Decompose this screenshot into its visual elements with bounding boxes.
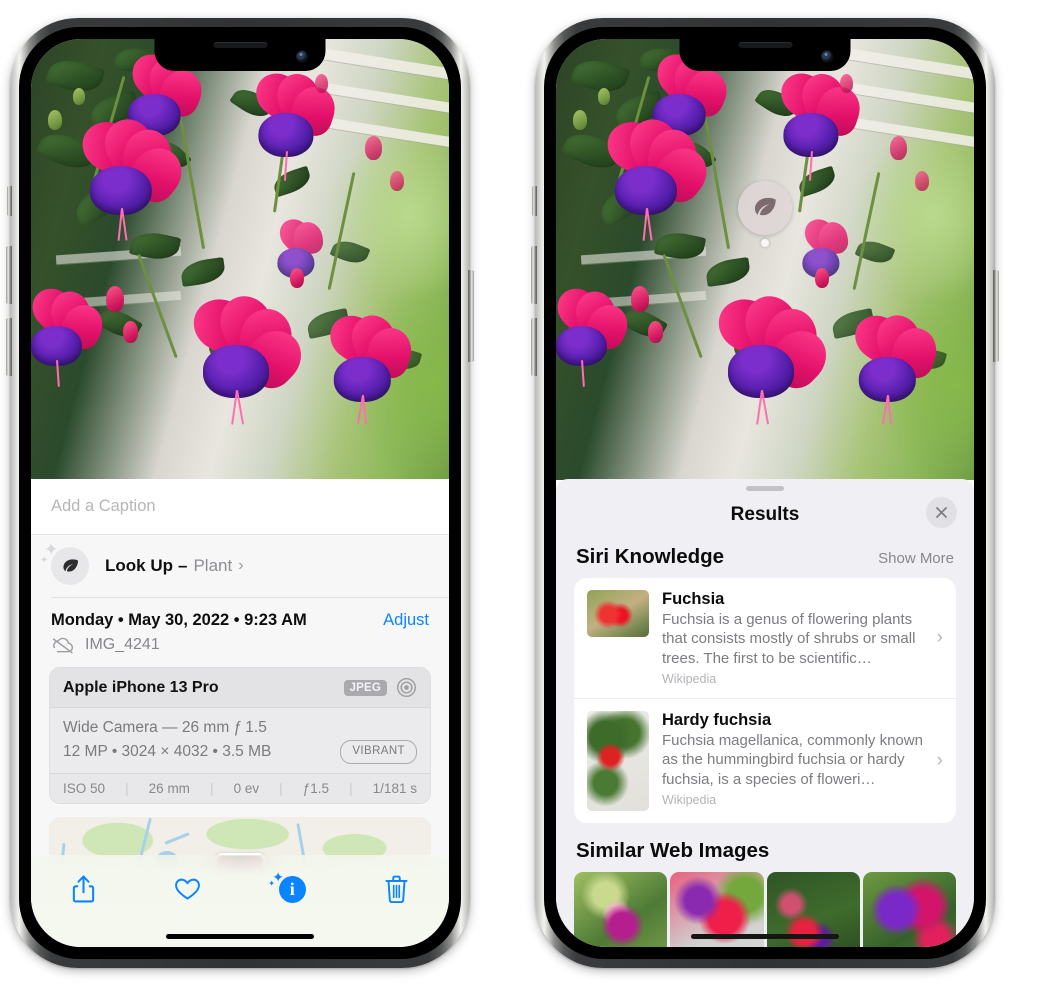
lens-line: Wide Camera — 26 mm ƒ 1.5 [63,719,267,736]
visual-look-up-results-sheet: Results Siri Knowledge Show More Fuchsia… [556,479,974,947]
camera-model: Apple iPhone 13 Pro [63,678,219,696]
aperture-icon [397,678,416,697]
exif-stats-row: ISO 50 | 26 mm | 0 ev | ƒ1.5 | 1/181 s [50,773,430,804]
look-up-subject: Plant [193,556,233,575]
photographic-style-badge: VIBRANT [340,740,417,764]
similar-web-images-title: Similar Web Images [576,839,770,863]
siri-knowledge-header: Siri Knowledge Show More [556,539,974,578]
look-up-title: Look Up [105,556,173,575]
knowledge-body: Hardy fuchsia Fuchsia magellanica, commo… [662,711,943,807]
front-camera-icon [821,51,833,62]
close-icon [936,507,947,518]
similar-web-images-header: Similar Web Images [556,823,974,870]
delete-button[interactable] [371,867,423,911]
results-title: Results [730,504,800,525]
photo-date-row: Monday • May 30, 2022 • 9:23 AM Adjust [31,598,449,630]
result-thumbnail [587,590,649,637]
caption-input[interactable]: Add a Caption [51,497,156,516]
filename-text: IMG_4241 [85,636,160,653]
look-up-icon-wrap: ✦ ✦ [40,541,89,585]
favorite-button[interactable] [162,867,214,911]
siri-knowledge-card: Fuchsia Fuchsia is a genus of flowering … [574,578,956,824]
photo-info-sheet: Add a Caption ✦ ✦ Look Up – Plant › Mond… [31,479,449,947]
leaf-icon [51,547,89,585]
right-screen: Results Siri Knowledge Show More Fuchsia… [556,39,974,947]
result-source: Wikipedia [662,672,717,687]
filename-row: IMG_4241 [31,630,449,667]
leaf-icon [754,197,776,216]
chevron-right-icon: › [936,750,943,772]
size-line-row: 12 MP • 3024 × 4032 • 3.5 MB VIBRANT [63,740,417,764]
earpiece-speaker [213,42,267,48]
siri-knowledge-title: Siri Knowledge [576,545,725,568]
share-icon [72,875,94,903]
info-button[interactable]: ✦ ✦ i [266,867,318,911]
mute-switch[interactable] [7,186,12,216]
volume-down-button[interactable] [531,318,537,376]
sparkle-small-icon: ✦ [40,555,49,566]
exif-sep: | [125,781,129,797]
iphone-left-device: Add a Caption ✦ ✦ Look Up – Plant › Mond… [6,18,474,968]
adjust-button[interactable]: Adjust [383,611,429,630]
visual-look-up-badge[interactable] [738,181,792,235]
look-up-row[interactable]: ✦ ✦ Look Up – Plant › [31,535,449,597]
iphone-right-device: Results Siri Knowledge Show More Fuchsia… [531,18,999,968]
volume-down-button[interactable] [6,318,12,376]
sparkle-small-icon: ✦ [268,879,275,888]
exif-header: Apple iPhone 13 Pro JPEG [50,668,430,708]
result-title: Fuchsia [662,590,725,608]
notch [154,39,326,71]
trash-icon [385,875,408,904]
result-source: Wikipedia [662,793,717,808]
knowledge-row[interactable]: Fuchsia Fuchsia is a genus of flowering … [574,578,956,698]
chevron-right-icon: › [936,627,943,649]
screenshot-canvas: Add a Caption ✦ ✦ Look Up – Plant › Mond… [0,0,1055,985]
exif-sep: | [210,781,214,797]
exif-body: Wide Camera — 26 mm ƒ 1.5 12 MP • 3024 ×… [50,708,430,774]
exif-stat-aperture: ƒ1.5 [302,781,330,797]
caption-field-row[interactable]: Add a Caption [31,479,449,535]
format-badge: JPEG [343,679,387,696]
size-line: 12 MP • 3024 × 4032 • 3.5 MB [63,743,272,761]
show-more-button[interactable]: Show More [878,550,954,567]
home-indicator[interactable] [166,934,314,939]
result-description: Fuchsia magellanica, commonly known as t… [662,732,923,788]
earpiece-speaker [738,42,792,48]
volume-up-button[interactable] [6,246,12,304]
exif-stat-iso: ISO 50 [63,781,106,797]
share-button[interactable] [57,867,109,911]
result-title: Hardy fuchsia [662,711,772,730]
photo-viewer-left[interactable] [31,39,449,480]
results-header: Results [556,491,974,539]
power-button[interactable] [468,270,474,362]
volume-up-button[interactable] [531,246,537,304]
result-description: Fuchsia is a genus of flowering plants t… [662,611,916,667]
visual-look-up-anchor-dot [761,239,769,247]
result-thumbnail [587,711,649,812]
mute-switch[interactable] [532,186,537,216]
notch [679,39,851,71]
exif-stat-shutter: 1/181 s [372,781,417,797]
photo-date: Monday • May 30, 2022 • 9:23 AM [51,611,307,629]
exif-sep: | [279,781,283,797]
power-button[interactable] [993,270,999,362]
web-image-thumbnail[interactable] [862,872,956,947]
heart-icon [175,878,201,900]
home-indicator[interactable] [691,934,839,939]
exif-sep: | [349,781,353,797]
exif-card[interactable]: Apple iPhone 13 Pro JPEG Wide Camera — 2… [49,667,431,805]
exif-stat-ev: 0 ev [233,781,260,797]
left-screen: Add a Caption ✦ ✦ Look Up – Plant › Mond… [31,39,449,947]
photo-viewer-right[interactable] [556,39,974,480]
web-image-thumbnail[interactable] [574,872,668,947]
exif-header-right: JPEG [343,677,417,698]
front-camera-icon [296,51,308,62]
exif-stat-focal: 26 mm [148,781,190,797]
knowledge-row[interactable]: Hardy fuchsia Fuchsia magellanica, commo… [574,698,956,823]
knowledge-body: Fuchsia Fuchsia is a genus of flowering … [662,590,943,686]
look-up-dash: – [178,556,188,575]
icloud-slash-icon [52,637,74,653]
chevron-right-icon: › [238,557,244,574]
close-button[interactable] [926,497,957,528]
